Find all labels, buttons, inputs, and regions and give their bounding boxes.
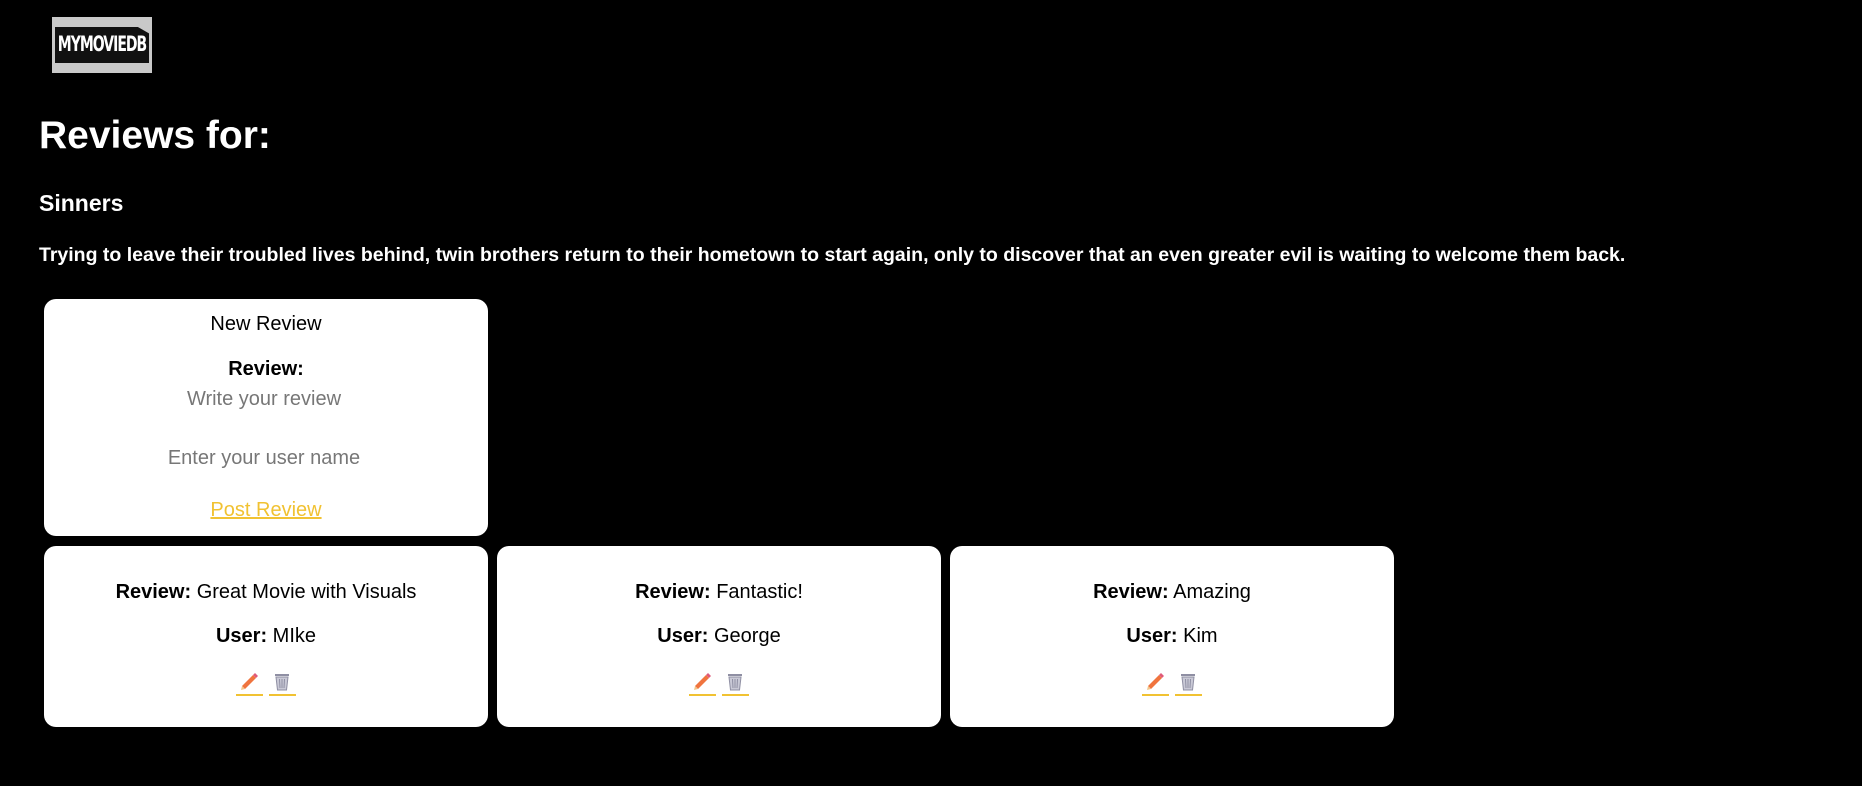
user-label: User: <box>1126 625 1178 647</box>
trash-icon[interactable] <box>1175 668 1202 696</box>
user-line: User: MIke <box>44 624 488 648</box>
user-label: User: <box>657 625 709 647</box>
pencil-icon[interactable] <box>689 668 716 696</box>
review-text: Fantastic! <box>716 581 803 603</box>
pencil-icon[interactable] <box>1142 668 1169 696</box>
review-card: Review: Great Movie with Visuals User: M… <box>44 546 488 727</box>
review-label: Review: <box>1093 581 1169 603</box>
review-actions <box>497 668 941 696</box>
review-text: Amazing <box>1173 581 1251 603</box>
review-line: Review: Great Movie with Visuals <box>44 580 488 604</box>
trash-icon[interactable] <box>269 668 296 696</box>
review-line: Review: Fantastic! <box>497 580 941 604</box>
post-review-link[interactable]: Post Review <box>44 498 488 522</box>
site-logo[interactable]: MYMOVIEDB <box>52 17 152 73</box>
logo-text: MYMOVIEDB <box>54 27 150 63</box>
review-actions <box>44 668 488 696</box>
pencil-icon[interactable] <box>236 668 263 696</box>
movie-title: Sinners <box>39 190 124 216</box>
review-card: Review: Amazing User: Kim <box>950 546 1394 727</box>
review-user: MIke <box>272 625 317 647</box>
review-actions <box>950 668 1394 696</box>
new-review-card: New Review Review: Post Review <box>44 299 488 536</box>
review-user: George <box>713 625 781 647</box>
review-line: Review: Amazing <box>950 580 1394 604</box>
trash-icon[interactable] <box>722 668 749 696</box>
review-text: Great Movie with Visuals <box>196 581 417 603</box>
user-line: User: George <box>497 624 941 648</box>
review-user: Kim <box>1183 625 1218 647</box>
review-label: Review: <box>115 581 192 603</box>
review-card: Review: Fantastic! User: George <box>497 546 941 727</box>
review-label: Review: <box>635 581 711 603</box>
user-name-input[interactable] <box>104 442 424 474</box>
user-line: User: Kim <box>950 624 1394 648</box>
new-review-title: New Review <box>210 313 322 335</box>
review-text-input[interactable] <box>104 383 424 415</box>
user-label: User: <box>215 625 268 647</box>
review-field-label: Review: <box>228 358 304 380</box>
movie-overview: Trying to leave their troubled lives beh… <box>39 244 1626 266</box>
page-heading: Reviews for: <box>39 114 271 157</box>
page: MYMOVIEDB Reviews for: Sinners Trying to… <box>0 0 1862 786</box>
